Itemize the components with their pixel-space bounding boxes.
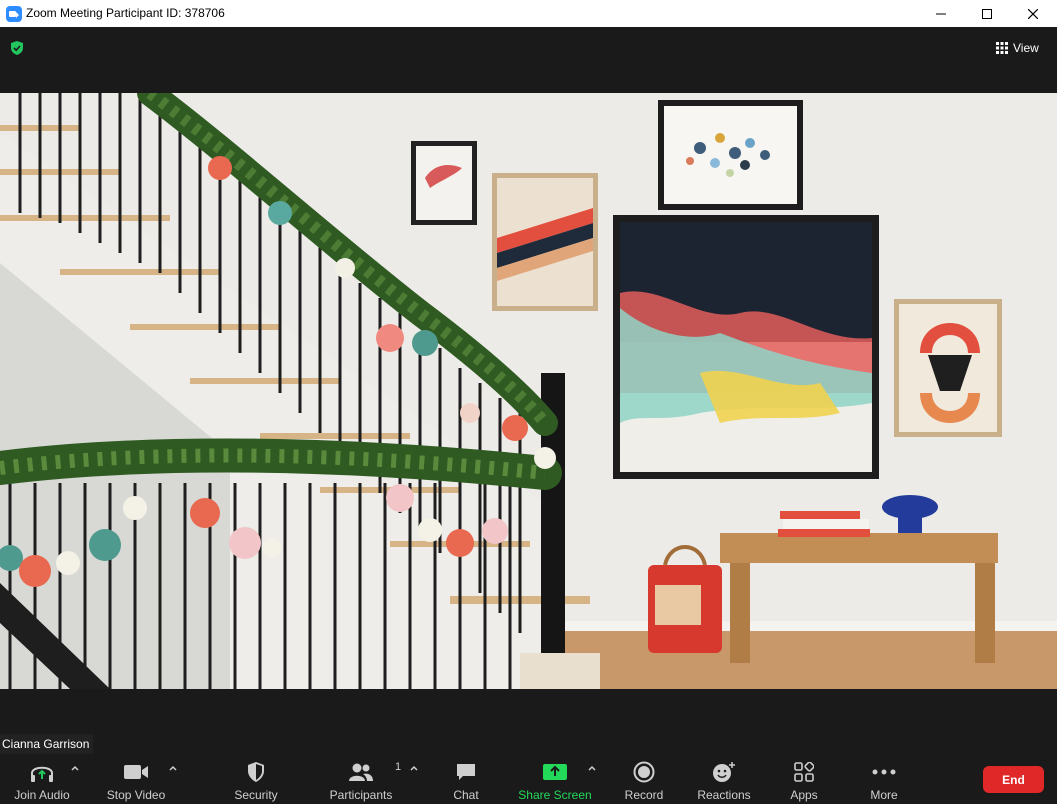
participants-label: Participants (329, 788, 393, 802)
chat-bubble-icon (457, 764, 475, 780)
minimize-button[interactable] (918, 0, 964, 27)
participants-options-chevron-up-icon[interactable] (409, 763, 419, 773)
video-options-chevron-up-icon[interactable] (168, 763, 178, 773)
participant-video (0, 93, 1057, 689)
participants-button[interactable]: 1 Participants (328, 754, 401, 804)
share-screen-label: Share Screen (518, 788, 592, 802)
more-label: More (870, 788, 898, 802)
apps-icon (794, 762, 814, 782)
reactions-label: Reactions (697, 788, 751, 802)
participants-count-badge: 1 (395, 761, 402, 773)
window-title: Zoom Meeting Participant ID: 378706 (26, 6, 225, 20)
more-dots-icon (872, 769, 896, 775)
encryption-shield-icon[interactable] (9, 40, 25, 56)
record-icon (633, 761, 655, 783)
video-scene-image (0, 93, 1057, 689)
meeting-area: View Cianna Garrison (0, 27, 1057, 754)
security-label: Security (234, 788, 278, 802)
join-audio-button[interactable]: Join Audio (10, 754, 74, 804)
zoom-app-icon (6, 6, 22, 22)
reactions-button[interactable]: Reactions (694, 754, 754, 804)
view-label: View (1013, 41, 1039, 55)
audio-options-chevron-up-icon[interactable] (70, 763, 80, 773)
apps-button[interactable]: Apps (784, 754, 824, 804)
title-bar: Zoom Meeting Participant ID: 378706 (0, 0, 1057, 27)
record-button[interactable]: Record (620, 754, 668, 804)
view-button[interactable]: View (996, 39, 1039, 57)
stop-video-button[interactable]: Stop Video (103, 754, 169, 804)
close-button[interactable] (1010, 0, 1056, 27)
headphones-icon (31, 766, 53, 782)
security-button[interactable]: Security (230, 754, 282, 804)
end-meeting-button[interactable]: End (983, 766, 1044, 793)
video-camera-icon (124, 765, 148, 779)
share-screen-button[interactable]: Share Screen (518, 754, 592, 804)
grid-icon (996, 42, 1008, 54)
emoji-reaction-icon (713, 762, 735, 782)
maximize-button[interactable] (964, 0, 1010, 27)
chat-label: Chat (453, 788, 479, 802)
share-options-chevron-up-icon[interactable] (587, 763, 597, 773)
record-label: Record (624, 788, 664, 802)
shield-icon (248, 762, 264, 782)
apps-label: Apps (790, 788, 818, 802)
participant-name-tag: Cianna Garrison (0, 734, 94, 754)
meeting-toolbar: Join Audio Stop Video Security 1 Partici… (0, 754, 1057, 804)
join-audio-label: Join Audio (14, 788, 70, 802)
more-button[interactable]: More (864, 754, 904, 804)
end-label: End (1002, 772, 1025, 787)
share-screen-icon (543, 764, 567, 780)
participants-icon (349, 763, 373, 781)
minimize-icon (936, 13, 946, 14)
maximize-icon (982, 8, 992, 19)
stop-video-label: Stop Video (106, 788, 166, 802)
chat-button[interactable]: Chat (446, 754, 486, 804)
close-icon (1028, 8, 1038, 19)
